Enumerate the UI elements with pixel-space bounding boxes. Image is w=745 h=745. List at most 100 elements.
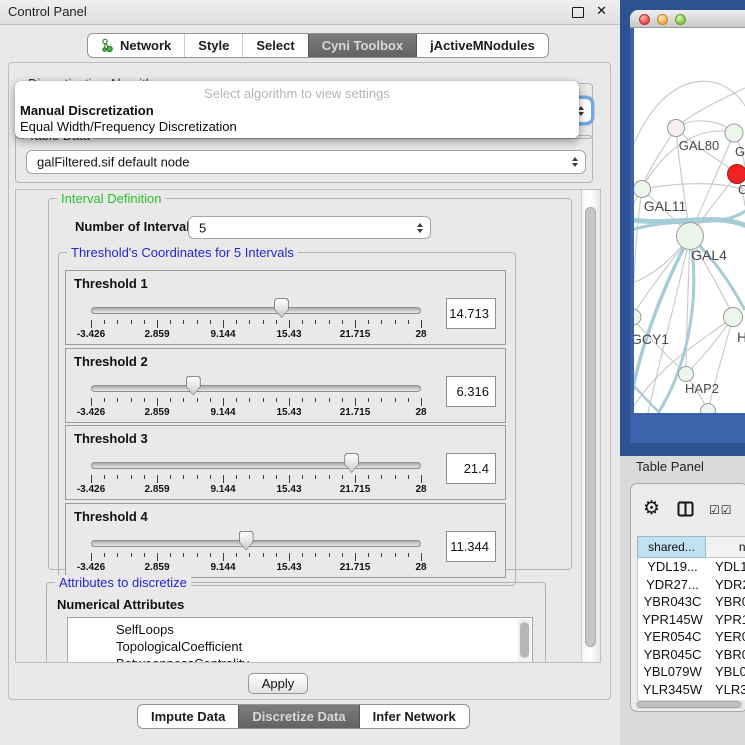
apply-button[interactable]: Apply [248, 673, 308, 694]
scale-label: -3.426 [77, 562, 105, 573]
table-row[interactable]: YER054CYER0 [638, 628, 745, 646]
list-scrollbar[interactable] [518, 619, 531, 663]
slider-track[interactable] [91, 540, 421, 547]
cell-name[interactable]: YER0 [707, 629, 745, 644]
attribute-item-selfloops[interactable]: SelfLoops [68, 621, 532, 638]
cell-name[interactable]: YDL1 [707, 559, 745, 574]
network-edge[interactable] [708, 317, 733, 411]
table-row[interactable]: YBR045CYBR0 [638, 646, 745, 664]
control-panel-titlebar: Control Panel ✕ [0, 0, 620, 25]
table-row[interactable]: YPR145WYPR1 [638, 611, 745, 629]
network-node-c[interactable] [728, 165, 745, 184]
tick-mark [104, 475, 105, 479]
table-data-combobox[interactable]: galFiltered.sif default node [26, 150, 586, 174]
network-node-ga[interactable] [725, 124, 743, 142]
cell-name[interactable]: YBR0 [707, 594, 745, 609]
tick-mark [170, 398, 171, 402]
tick-mark [329, 320, 330, 324]
number-of-intervals-combobox[interactable]: 5 [188, 216, 431, 239]
cell-shared-name[interactable]: YER054C [638, 629, 707, 644]
cell-shared-name[interactable]: YDL19... [638, 559, 707, 574]
cell-shared-name[interactable]: YLR345W [638, 682, 707, 697]
gear-icon[interactable]: ⚙ [643, 497, 660, 520]
panel-scrollbar[interactable] [581, 190, 600, 662]
cell-shared-name[interactable]: YBL079W [638, 664, 707, 679]
tab-impute-data[interactable]: Impute Data [138, 705, 238, 728]
interval-definition-group: Interval Definition Number of Intervals … [48, 198, 572, 570]
panel-scrollbar-thumb[interactable] [585, 207, 596, 647]
tick-mark [144, 320, 145, 324]
minimize-traffic-light-icon[interactable] [657, 14, 668, 25]
tab-cyni-toolbox[interactable]: Cyni Toolbox [308, 34, 416, 57]
tick-mark [289, 398, 290, 406]
network-node-gcy1[interactable] [634, 309, 641, 325]
slider-track[interactable] [91, 307, 421, 314]
threshold-value-field[interactable]: 14.713 [446, 298, 496, 329]
table-row[interactable]: YDR27...YDR2 [638, 576, 745, 594]
attribute-item-topologicalcoefficient[interactable]: TopologicalCoefficient [68, 638, 532, 655]
table-row[interactable]: YBL079WYBL0 [638, 663, 745, 681]
tab-infer-network[interactable]: Infer Network [359, 705, 469, 728]
column-header-name[interactable]: na [706, 536, 745, 558]
network-edge[interactable] [686, 236, 690, 374]
cell-shared-name[interactable]: YDR27... [638, 577, 707, 592]
scale-label: 9.144 [210, 484, 235, 495]
cell-shared-name[interactable]: YBR043C [638, 594, 707, 609]
network-node-unlabeled[interactable] [701, 404, 716, 414]
tab-network[interactable]: Network [88, 34, 184, 57]
network-node-h[interactable] [724, 308, 743, 327]
network-edge[interactable] [648, 236, 690, 413]
cell-name[interactable]: YPR1 [707, 612, 745, 627]
tab-discretize-data[interactable]: Discretize Data [238, 705, 358, 728]
attribute-item-betweennesscentrality[interactable]: BetweennessCentrality [68, 655, 532, 663]
cell-shared-name[interactable]: YBR045C [638, 647, 707, 662]
threshold-value-field[interactable]: 11.344 [446, 531, 496, 562]
horizontal-scrollbar-thumb[interactable] [637, 701, 741, 708]
slider-thumb[interactable] [186, 376, 201, 396]
close-icon[interactable]: ✕ [596, 3, 607, 19]
table-row[interactable]: YDL19...YDL1 [638, 558, 745, 576]
network-node-gal4[interactable] [677, 223, 704, 250]
tab-select[interactable]: Select [242, 34, 307, 57]
algorithm-option-equal-width-frequency-discretization[interactable]: Equal Width/Frequency Discretization [20, 119, 237, 134]
cell-name[interactable]: YBR0 [707, 647, 745, 662]
network-node-hap2[interactable] [679, 367, 694, 382]
cell-name[interactable]: YLR3 [707, 682, 745, 697]
cell-name[interactable]: YBL0 [707, 664, 745, 679]
tick-mark [368, 398, 369, 402]
network-canvas[interactable]: GAL80GACGAL11GAL4GCY1HHAP2 [634, 28, 745, 413]
threshold-value-field[interactable]: 21.4 [446, 453, 496, 484]
tab-jactivemnodules[interactable]: jActiveMNodules [416, 34, 548, 57]
checkbox-icons[interactable]: ☑☑ [709, 503, 733, 517]
threshold-value-field[interactable]: 6.316 [446, 376, 496, 407]
slider-track[interactable] [91, 385, 421, 392]
tick-mark [144, 475, 145, 479]
network-node-gal80[interactable] [668, 120, 685, 137]
slider-thumb[interactable] [344, 453, 359, 473]
cell-shared-name[interactable]: YPR145W [638, 612, 707, 627]
network-edge[interactable] [634, 189, 642, 318]
horizontal-scrollbar[interactable] [635, 700, 743, 709]
scale-label: 28 [415, 484, 426, 495]
list-scrollbar-thumb[interactable] [520, 622, 529, 658]
slider-track[interactable] [91, 462, 421, 469]
tick-mark [223, 475, 224, 483]
slider-thumb[interactable] [274, 298, 289, 318]
zoom-traffic-light-icon[interactable] [675, 14, 686, 25]
table-row[interactable]: YLR345WYLR3 [638, 681, 745, 699]
tab-label: Cyni Toolbox [322, 38, 403, 53]
numerical-attributes-list[interactable]: SelfLoopsTopologicalCoefficientBetweenne… [67, 617, 533, 663]
cell-name[interactable]: YDR2 [707, 577, 745, 592]
split-view-icon[interactable] [677, 501, 694, 517]
network-node-gal11[interactable] [634, 181, 651, 198]
attributes-group: Attributes to discretize Numerical Attri… [46, 582, 546, 663]
tab-style[interactable]: Style [184, 34, 242, 57]
algorithm-option-manual-discretization[interactable]: Manual Discretization [20, 103, 154, 118]
float-window-icon[interactable] [572, 7, 584, 18]
slider-thumb[interactable] [239, 531, 254, 551]
tick-mark [170, 553, 171, 557]
column-header-shared[interactable]: shared... [637, 536, 706, 558]
close-traffic-light-icon[interactable] [639, 14, 650, 25]
tick-mark [249, 398, 250, 402]
table-row[interactable]: YBR043CYBR0 [638, 593, 745, 611]
